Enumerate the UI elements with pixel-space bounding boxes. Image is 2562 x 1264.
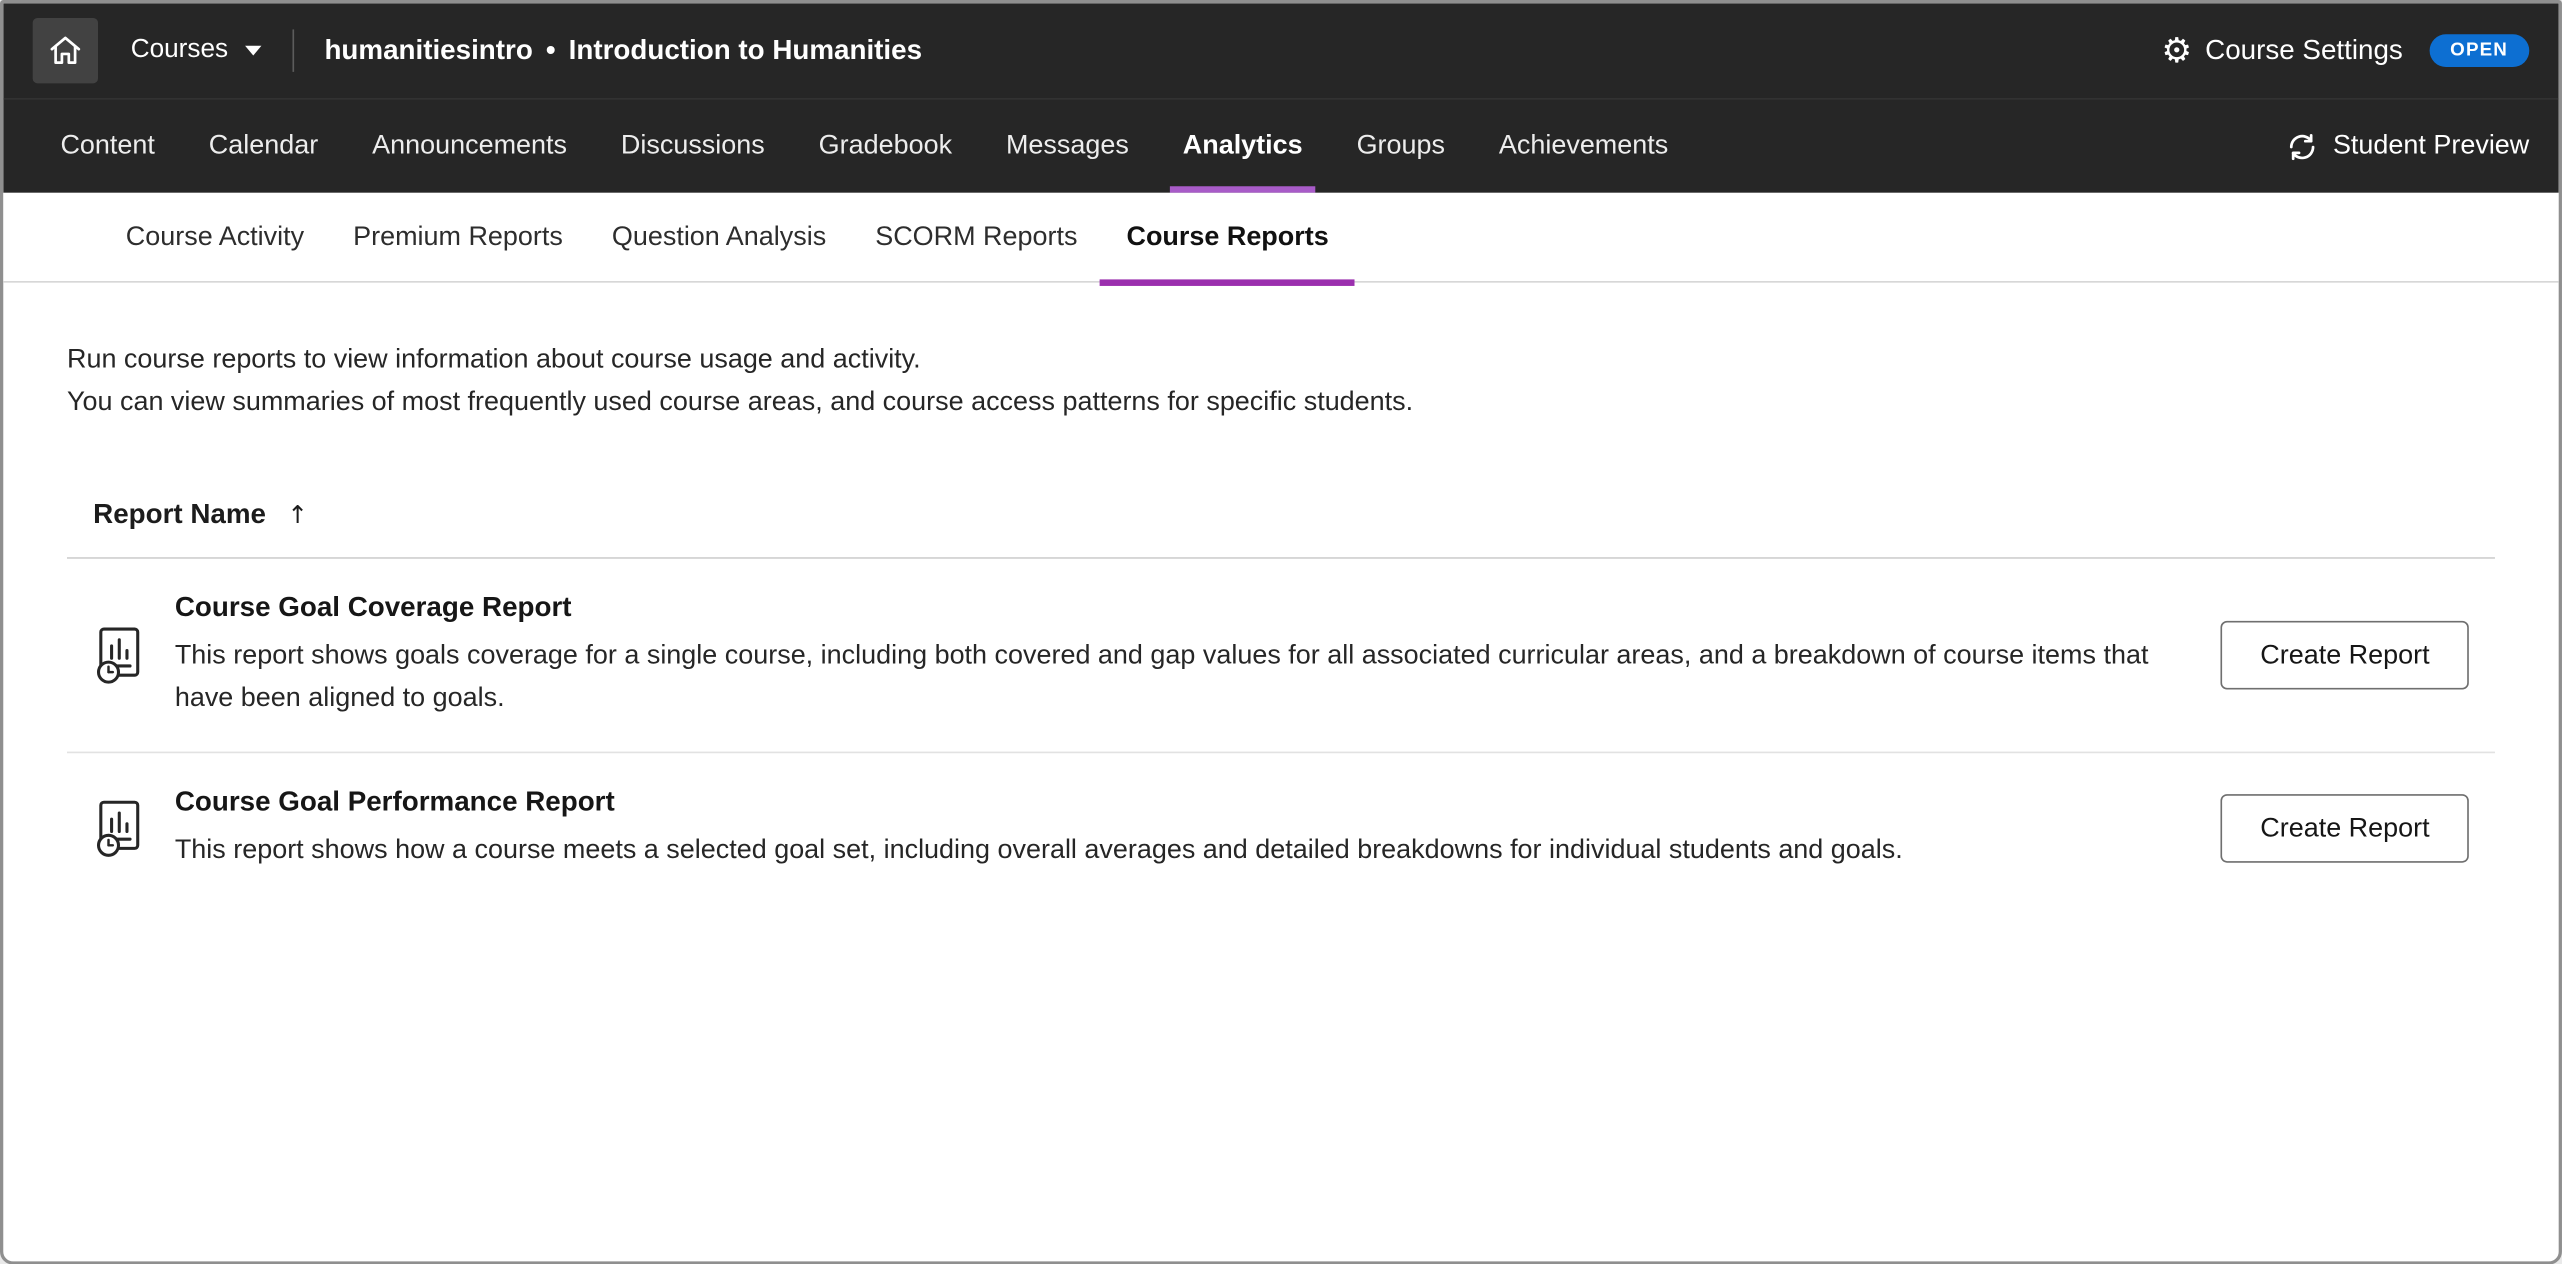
courses-dropdown[interactable]: Courses [131,36,261,65]
tab-label: Content [60,131,154,162]
reports-table: Report Name ↑ [67,498,2495,903]
topbar-divider [292,29,294,71]
breadcrumb-course-id: humanitiesintro [324,34,532,67]
report-info: Course Goal Performance Report This repo… [175,786,2221,871]
report-description: This report shows how a course meets a s… [175,828,2182,870]
tab-label: Calendar [209,131,318,162]
report-name-column-header: Report Name [93,498,266,531]
home-icon [47,33,83,69]
create-report-button[interactable]: Create Report [2221,794,2469,863]
subtab-label: Course Activity [126,221,304,252]
sort-ascending-icon[interactable]: ↑ [287,500,308,529]
subtab-scorm-reports[interactable]: SCORM Reports [875,193,1077,281]
tab-label: Groups [1357,131,1445,162]
tab-announcements[interactable]: Announcements [372,100,567,193]
main-content: Run course reports to view information a… [3,283,2558,904]
course-settings-button[interactable]: ⚙ Course Settings [2161,33,2402,67]
topbar-right: ⚙ Course Settings OPEN [2161,33,2529,67]
subtab-label: Premium Reports [353,221,563,252]
breadcrumb: humanitiesintro • Introduction to Humani… [324,34,922,67]
course-settings-label: Course Settings [2205,34,2403,67]
tab-discussions[interactable]: Discussions [621,100,765,193]
analytics-sub-nav: Course Activity Premium Reports Question… [3,193,2558,283]
breadcrumb-course-name: Introduction to Humanities [569,34,922,67]
table-row-course-goal-performance: Course Goal Performance Report This repo… [67,753,2495,903]
subtab-question-analysis[interactable]: Question Analysis [612,193,826,281]
course-nav-tabs: Content Calendar Announcements Discussio… [60,100,1668,193]
create-report-button[interactable]: Create Report [2221,621,2469,690]
tab-groups[interactable]: Groups [1357,100,1445,193]
report-document-icon [93,626,145,685]
chevron-down-icon [244,46,260,56]
intro-line-2: You can view summaries of most frequentl… [67,381,2495,423]
courses-label: Courses [131,36,228,65]
gear-icon: ⚙ [2161,33,2192,67]
report-document-icon [93,799,145,858]
subtab-label: Course Reports [1126,221,1328,252]
intro-line-1: Run course reports to view information a… [67,338,2495,380]
tab-analytics[interactable]: Analytics [1183,100,1303,193]
subtab-course-reports[interactable]: Course Reports [1126,193,1328,281]
tab-label: Discussions [621,131,765,162]
tab-content[interactable]: Content [60,100,154,193]
tab-gradebook[interactable]: Gradebook [819,100,952,193]
reports-table-header: Report Name ↑ [93,498,2495,531]
course-open-badge[interactable]: OPEN [2429,34,2529,67]
student-preview-label: Student Preview [2333,131,2529,162]
tab-label: Analytics [1183,131,1303,162]
subtab-premium-reports[interactable]: Premium Reports [353,193,563,281]
table-row-course-goal-coverage: Course Goal Coverage Report This report … [67,559,2495,753]
tab-label: Announcements [372,131,567,162]
student-preview-button[interactable]: Student Preview [2286,100,2530,193]
home-button[interactable] [33,18,98,83]
tab-label: Achievements [1499,131,1668,162]
subtab-course-activity[interactable]: Course Activity [126,193,304,281]
report-info: Course Goal Coverage Report This report … [175,591,2221,718]
student-preview-icon [2286,130,2319,163]
report-title: Course Goal Coverage Report [175,591,2182,624]
top-bar: Courses humanitiesintro • Introduction t… [3,3,2558,98]
tab-label: Messages [1006,131,1129,162]
course-nav-bar: Content Calendar Announcements Discussio… [3,98,2558,193]
app-window: Courses humanitiesintro • Introduction t… [0,0,2562,1264]
tab-label: Gradebook [819,131,952,162]
tab-achievements[interactable]: Achievements [1499,100,1668,193]
tab-messages[interactable]: Messages [1006,100,1129,193]
subtab-label: Question Analysis [612,221,826,252]
report-description: This report shows goals coverage for a s… [175,634,2182,719]
subtab-label: SCORM Reports [875,221,1077,252]
tab-calendar[interactable]: Calendar [209,100,318,193]
report-title: Course Goal Performance Report [175,786,2182,819]
breadcrumb-separator: • [546,34,556,67]
intro-text: Run course reports to view information a… [67,338,2495,423]
